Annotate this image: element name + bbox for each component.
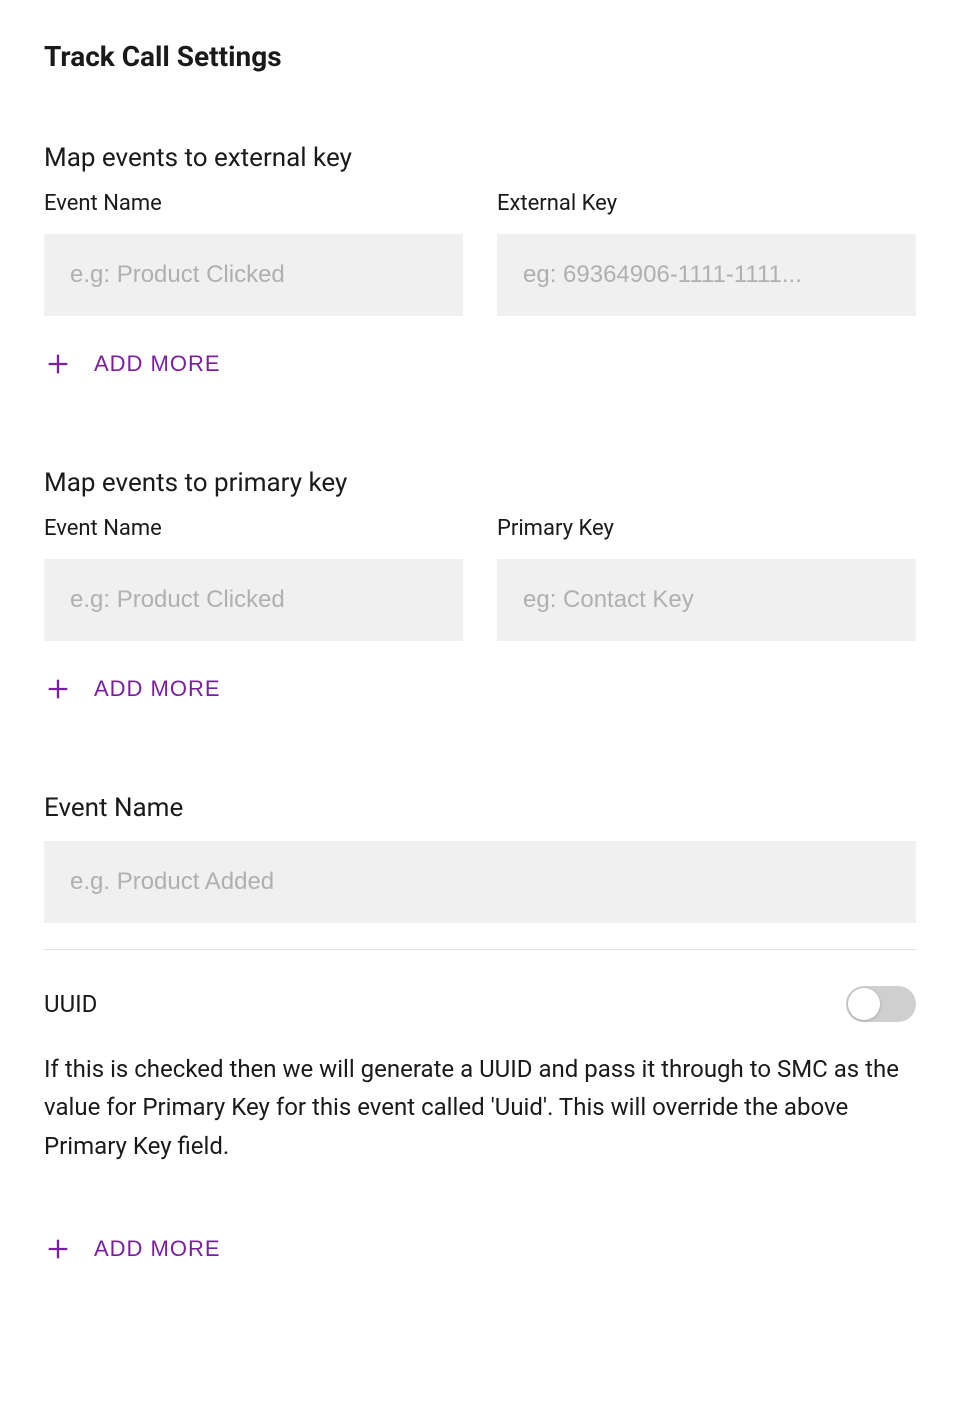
external-key-section: Map events to external key Event Name Ex… [44, 143, 916, 382]
plus-icon [44, 1235, 72, 1263]
add-more-external-key-button[interactable]: ADD MORE [44, 350, 221, 378]
uuid-description: If this is checked then we will generate… [44, 1050, 916, 1165]
external-key-input[interactable] [497, 234, 916, 316]
primary-key-field-col: Primary Key [497, 516, 916, 641]
external-key-field-col: External Key [497, 191, 916, 316]
event-name-big-label: Event Name [44, 793, 916, 823]
event-name-field-col-2: Event Name [44, 516, 463, 641]
external-key-heading: Map events to external key [44, 143, 916, 173]
external-key-field-row: Event Name External Key [44, 191, 916, 316]
event-name-big-input[interactable] [44, 841, 916, 923]
add-more-label: ADD MORE [94, 676, 221, 702]
event-name-field-col: Event Name [44, 191, 463, 316]
divider [44, 949, 916, 950]
uuid-label: UUID [44, 990, 97, 1018]
add-more-primary-key-button[interactable]: ADD MORE [44, 675, 221, 703]
primary-key-heading: Map events to primary key [44, 468, 916, 498]
page-title: Track Call Settings [44, 40, 916, 73]
add-more-uuid-button[interactable]: ADD MORE [44, 1235, 221, 1263]
uuid-toggle-row: UUID [44, 986, 916, 1022]
add-more-label: ADD MORE [94, 351, 221, 377]
plus-icon [44, 350, 72, 378]
primary-key-section: Map events to primary key Event Name Pri… [44, 468, 916, 707]
add-more-label: ADD MORE [94, 1236, 221, 1262]
primary-key-input[interactable] [497, 559, 916, 641]
event-name-label-2: Event Name [44, 516, 463, 541]
external-key-label: External Key [497, 191, 916, 216]
plus-icon [44, 675, 72, 703]
toggle-knob [848, 988, 880, 1020]
event-name-label: Event Name [44, 191, 463, 216]
uuid-toggle[interactable] [846, 986, 916, 1022]
event-name-section: Event Name UUID If this is checked then … [44, 793, 916, 1267]
primary-key-label: Primary Key [497, 516, 916, 541]
primary-key-field-row: Event Name Primary Key [44, 516, 916, 641]
event-name-input-2[interactable] [44, 559, 463, 641]
event-name-input[interactable] [44, 234, 463, 316]
